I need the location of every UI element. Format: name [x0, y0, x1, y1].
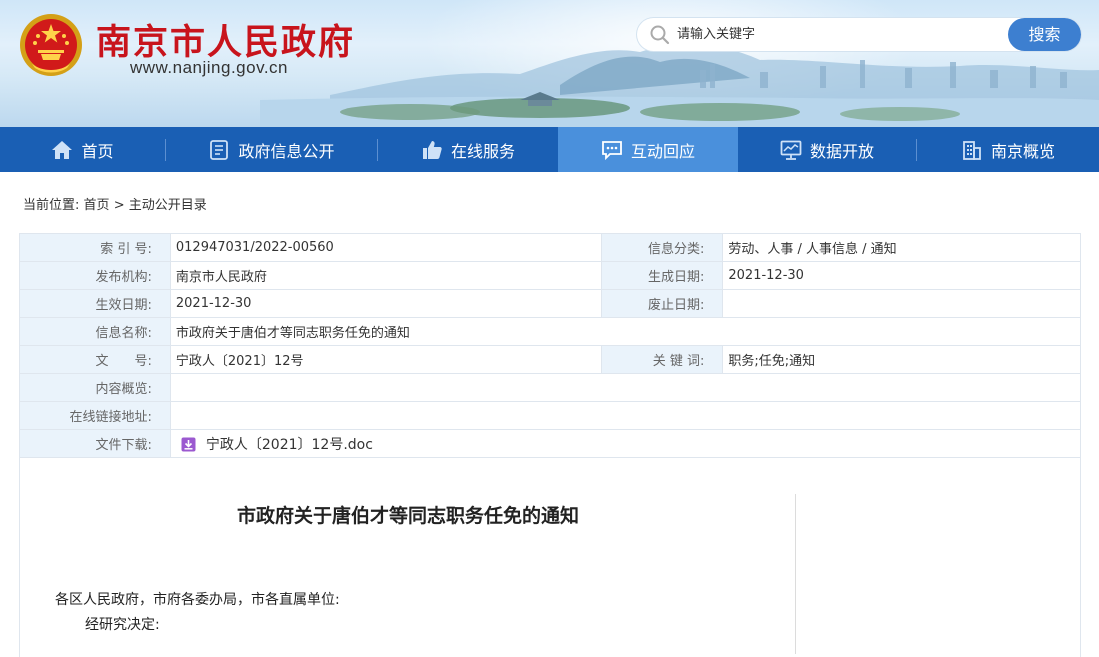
document-meta-table: 索 引 号: 012947031/2022-00560 信息分类: 劳动、人事 …: [19, 233, 1082, 458]
main-nav: 首页 政府信息公开 在线服务 互动回应 数据开放 南京概览: [0, 127, 1099, 172]
keywords-label: 关 键 词:: [601, 345, 724, 374]
table-row: 文 号: 宁政人〔2021〕12号 关 键 词: 职务;任免;通知: [19, 345, 1081, 374]
keywords-value: 职务;任免;通知: [722, 345, 1081, 374]
nav-item-nanjing-overview[interactable]: 南京概览: [917, 127, 1099, 172]
table-row: 信息名称: 市政府关于唐伯才等同志职务任免的通知: [19, 317, 1082, 346]
site-url: www.nanjing.gov.cn: [130, 58, 288, 77]
nav-item-label: 南京概览: [990, 141, 1055, 161]
breadcrumb-current-link[interactable]: 主动公开目录: [129, 198, 207, 213]
index-label: 索 引 号:: [19, 233, 171, 262]
file-download-link[interactable]: 宁政人〔2021〕12号.doc: [206, 437, 373, 453]
nav-item-label: 在线服务: [450, 141, 515, 161]
breadcrumb: 当前位置: 首页 > 主动公开目录: [23, 194, 207, 213]
monitor-icon: [780, 139, 802, 161]
abolished-date-value: [722, 289, 1081, 318]
building-icon: [961, 139, 983, 161]
home-icon: [51, 139, 73, 161]
nav-item-label: 政府信息公开: [238, 141, 335, 161]
summary-label: 内容概览:: [19, 373, 171, 402]
nav-item-gov-info[interactable]: 政府信息公开: [166, 127, 377, 172]
effective-date-value: 2021-12-30: [169, 289, 603, 318]
header-banner: 南京市人民政府 www.nanjing.gov.cn 搜索: [0, 0, 1099, 127]
table-row: 内容概览:: [19, 373, 1082, 402]
category-label: 信息分类:: [601, 233, 724, 262]
breadcrumb-prefix: 当前位置:: [23, 198, 80, 213]
nav-item-label: 数据开放: [809, 141, 874, 161]
nav-item-online-service[interactable]: 在线服务: [378, 127, 558, 172]
category-value: 劳动、人事 / 人事信息 / 通知: [722, 233, 1081, 262]
nav-item-open-data[interactable]: 数据开放: [738, 127, 916, 172]
table-row: 发布机构: 南京市人民政府 生成日期: 2021-12-30: [19, 261, 1081, 290]
index-value: 012947031/2022-00560: [169, 233, 603, 262]
effective-date-label: 生效日期:: [19, 289, 171, 318]
online-link-label: 在线链接地址:: [19, 401, 171, 430]
nav-item-label: 互动回应: [630, 141, 695, 161]
article-paragraph: 经研究决定:: [85, 617, 160, 633]
file-download-label: 文件下载:: [19, 429, 171, 458]
file-download-cell: 宁政人〔2021〕12号.doc: [169, 429, 1082, 458]
doc-number-label: 文 号:: [19, 345, 171, 374]
chat-icon: [601, 139, 623, 161]
publisher-label: 发布机构:: [19, 261, 171, 290]
abolished-date-label: 废止日期:: [601, 289, 724, 318]
breadcrumb-home-link[interactable]: 首页: [84, 198, 110, 213]
nav-item-label: 首页: [81, 141, 114, 161]
breadcrumb-separator: >: [113, 198, 125, 213]
article-paragraph: 各区人民政府，市府各委办局，市各直属单位:: [55, 592, 340, 608]
table-row: 在线链接地址:: [19, 401, 1082, 430]
search-button[interactable]: 搜索: [1008, 18, 1081, 51]
info-name-label: 信息名称:: [19, 317, 171, 346]
nav-item-interaction[interactable]: 互动回应: [558, 127, 738, 172]
thumbs-up-icon: [421, 139, 443, 161]
download-icon[interactable]: [181, 437, 196, 452]
search-icon: [650, 25, 670, 45]
doc-number-value: 宁政人〔2021〕12号: [169, 345, 603, 374]
article-title: 市政府关于唐伯才等同志职务任免的通知: [236, 505, 579, 527]
table-row: 生效日期: 2021-12-30 废止日期:: [19, 289, 1081, 318]
national-emblem-logo: [20, 14, 82, 76]
table-row: 文件下载: 宁政人〔2021〕12号.doc: [19, 429, 1082, 458]
search-input[interactable]: [677, 18, 997, 51]
summary-value: [169, 373, 1082, 402]
article-body: 市政府关于唐伯才等同志职务任免的通知 各区人民政府，市府各委办局，市各直属单位:…: [19, 457, 1081, 657]
info-name-value: 市政府关于唐伯才等同志职务任免的通知: [169, 317, 1082, 346]
search-box: 搜索: [637, 18, 1081, 51]
online-link-value: [169, 401, 1082, 430]
table-row: 索 引 号: 012947031/2022-00560 信息分类: 劳动、人事 …: [19, 233, 1081, 262]
nav-item-home[interactable]: 首页: [0, 127, 165, 172]
created-date-label: 生成日期:: [601, 261, 724, 290]
publisher-value: 南京市人民政府: [169, 261, 603, 290]
created-date-value: 2021-12-30: [722, 261, 1081, 290]
document-icon: [208, 139, 230, 161]
